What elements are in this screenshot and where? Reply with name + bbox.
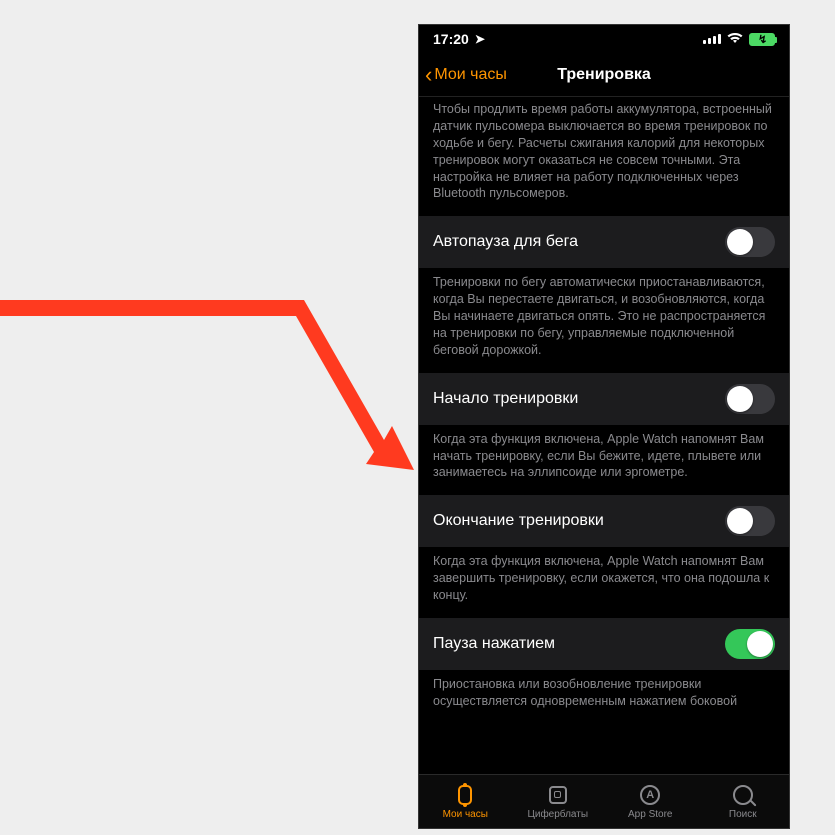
tab-label: Поиск xyxy=(729,809,757,820)
chevron-left-icon: ‹ xyxy=(425,64,432,86)
back-button[interactable]: ‹ Мои часы xyxy=(419,64,507,86)
tab-label: App Store xyxy=(628,809,672,820)
content-scroll[interactable]: Чтобы продлить время работы аккумулятора… xyxy=(419,97,789,774)
toggle-press-pause[interactable] xyxy=(725,629,775,659)
cellular-icon xyxy=(703,34,721,44)
tab-label: Циферблаты xyxy=(527,809,588,820)
faces-icon xyxy=(549,786,567,804)
tab-label: Мои часы xyxy=(443,809,488,820)
row-end-workout[interactable]: Окончание тренировки xyxy=(419,495,789,547)
section-intro-0: Чтобы продлить время работы аккумулятора… xyxy=(419,97,789,216)
watch-icon xyxy=(458,785,472,805)
section-footer-0: Тренировки по бегу автоматически приоста… xyxy=(419,268,789,372)
row-label: Пауза нажатием xyxy=(433,635,555,653)
row-autopause[interactable]: Автопауза для бега xyxy=(419,216,789,268)
tab-search[interactable]: Поиск xyxy=(697,775,790,828)
toggle-end-workout[interactable] xyxy=(725,506,775,536)
tab-faces[interactable]: Циферблаты xyxy=(512,775,605,828)
section-footer-3: Приостановка или возобновление тренировк… xyxy=(419,670,789,724)
annotation-arrow xyxy=(0,260,464,500)
tab-my-watch[interactable]: Мои часы xyxy=(419,775,512,828)
status-time: 17:20 xyxy=(433,31,469,47)
toggle-autopause[interactable] xyxy=(725,227,775,257)
appstore-icon xyxy=(640,785,660,805)
row-label: Автопауза для бега xyxy=(433,233,578,251)
row-label: Окончание тренировки xyxy=(433,512,604,530)
status-bar: 17:20 ➤ ↯ xyxy=(419,25,789,53)
back-label: Мои часы xyxy=(434,66,507,84)
wifi-icon xyxy=(727,32,743,47)
nav-bar: ‹ Мои часы Тренировка xyxy=(419,53,789,97)
section-footer-1: Когда эта функция включена, Apple Watch … xyxy=(419,425,789,496)
phone-frame: 17:20 ➤ ↯ ‹ Мои часы Тренировка Чтобы пр… xyxy=(418,24,790,829)
search-icon xyxy=(733,785,753,805)
row-label: Начало тренировки xyxy=(433,390,578,408)
tab-bar: Мои часы Циферблаты App Store Поиск xyxy=(419,774,789,828)
row-start-workout[interactable]: Начало тренировки xyxy=(419,373,789,425)
toggle-start-workout[interactable] xyxy=(725,384,775,414)
location-icon: ➤ xyxy=(475,32,485,46)
battery-icon: ↯ xyxy=(749,33,775,46)
row-press-pause[interactable]: Пауза нажатием xyxy=(419,618,789,670)
tab-appstore[interactable]: App Store xyxy=(604,775,697,828)
section-footer-2: Когда эта функция включена, Apple Watch … xyxy=(419,547,789,618)
